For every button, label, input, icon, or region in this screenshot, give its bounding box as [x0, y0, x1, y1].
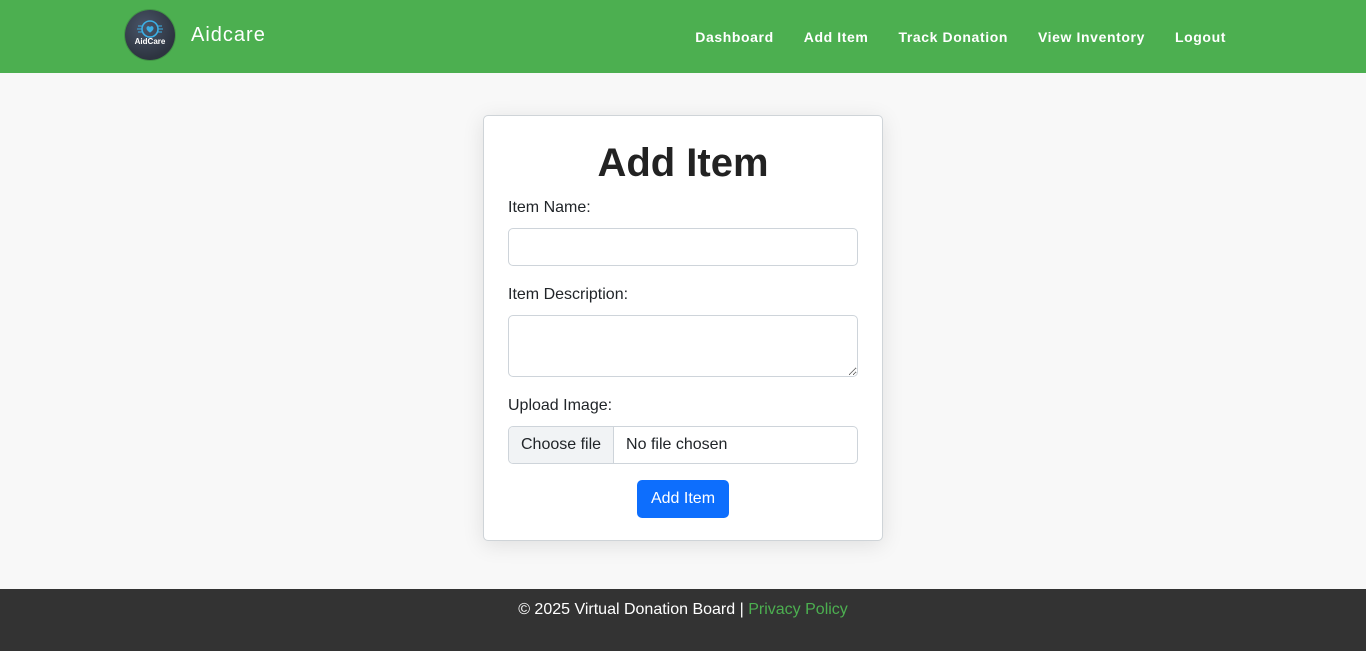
- privacy-policy-link[interactable]: Privacy Policy: [748, 601, 848, 618]
- submit-container: Add Item: [508, 480, 858, 518]
- nav-track-donation[interactable]: Track Donation: [898, 29, 1008, 45]
- item-name-input[interactable]: [508, 228, 858, 266]
- file-status-text: No file chosen: [626, 436, 728, 453]
- footer-copyright: © 2025 Virtual Donation Board |: [518, 601, 744, 618]
- file-upload-field[interactable]: Choose file No file chosen: [508, 426, 858, 464]
- brand-name: Aidcare: [191, 23, 266, 46]
- item-description-textarea[interactable]: [508, 315, 858, 377]
- top-navbar: AidCare Aidcare Dashboard Add Item Track…: [0, 0, 1366, 73]
- page-title: Add Item: [597, 141, 769, 185]
- choose-file-button[interactable]: Choose file: [509, 427, 615, 463]
- item-name-label: Item Name:: [508, 199, 591, 216]
- nav-add-item[interactable]: Add Item: [804, 29, 869, 45]
- nav-view-inventory[interactable]: View Inventory: [1038, 29, 1145, 45]
- page-footer: © 2025 Virtual Donation Board | Privacy …: [0, 589, 1366, 651]
- nav-logout[interactable]: Logout: [1175, 29, 1226, 45]
- item-description-label: Item Description:: [508, 286, 629, 303]
- brand-link[interactable]: AidCare Aidcare: [125, 10, 266, 60]
- upload-image-label: Upload Image:: [508, 397, 613, 414]
- add-item-button[interactable]: Add Item: [636, 480, 730, 518]
- nav-dashboard[interactable]: Dashboard: [695, 29, 774, 45]
- heart-hands-icon: [137, 20, 163, 38]
- logo-text: AidCare: [134, 37, 166, 46]
- aidcare-logo: AidCare: [125, 10, 175, 60]
- main-nav: Dashboard Add Item Track Donation View I…: [695, 0, 1226, 73]
- add-item-card: Add Item Item Name: Item Description: Up…: [483, 115, 883, 541]
